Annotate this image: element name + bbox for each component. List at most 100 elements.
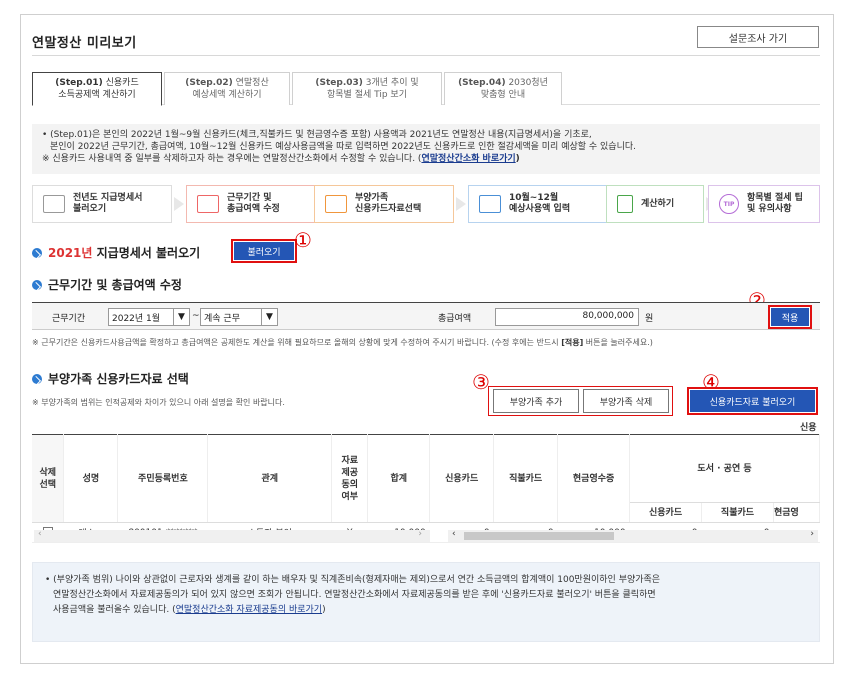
section-prev-statement-title: 2021년 지급명세서 불러오기: [32, 244, 200, 261]
step-line1: 10월~12월: [509, 193, 559, 203]
title-divider: [32, 55, 820, 56]
tab-line2: 맞춤형 안내: [480, 90, 526, 100]
right-scrollbar[interactable]: ‹ ›: [448, 529, 818, 542]
info-notice: • (Step.01)은 본인의 2022년 1월~9월 신용카드(체크,직불카…: [32, 124, 820, 174]
calculator-icon: [617, 195, 633, 213]
chevron-down-icon: ▼: [261, 309, 277, 325]
scroll-right-icon[interactable]: ›: [810, 529, 814, 539]
bottom-note-line3-text: 사용금액을 불러올수 있습니다. (: [53, 605, 176, 615]
col-total: 합계: [367, 434, 431, 523]
step-label: 계산하기: [641, 198, 675, 209]
grid-icon: [197, 195, 219, 213]
tab-step-02[interactable]: (Step.02) 연말정산 예상세액 계산하기: [164, 72, 290, 105]
bottom-note-line3-suffix: ): [322, 605, 326, 615]
note-bold: [적용]: [561, 338, 584, 347]
salary-label: 총급여액: [438, 314, 472, 324]
tab-step-label: (Step.01): [55, 78, 103, 88]
marker-1: ①: [294, 228, 312, 252]
step-label: 전년도 지급명세서 불러오기: [73, 193, 142, 215]
step-line1: 항목별 절세 팁: [747, 193, 803, 203]
add-dependent-button[interactable]: 부양가족 추가: [493, 389, 579, 413]
section-title-text: 부양가족 신용카드자료 선택: [48, 372, 189, 386]
scroll-left-icon[interactable]: ‹: [38, 529, 42, 539]
page-title: 연말정산 미리보기: [32, 36, 137, 51]
period-salary-row: 근무기간 2022년 1월 ▼ ~ 계속 근무 ▼ 총급여액 80,000,00…: [32, 302, 820, 330]
load-card-data-button[interactable]: 신용카드자료 불러오기: [687, 387, 818, 415]
left-scrollbar[interactable]: ‹ ›: [34, 529, 430, 542]
step-line2: 예상사용액 입력: [509, 204, 571, 214]
tab-line1: 2030청년: [508, 78, 548, 88]
tab-step-label: (Step.03): [315, 78, 363, 88]
step-line2: 불러오기: [73, 204, 107, 214]
delete-dependent-button[interactable]: 부양가족 삭제: [583, 389, 669, 413]
check-circle-icon: [32, 373, 42, 384]
tab-line2: 소득공제액 계산하기: [58, 90, 136, 100]
step-edit-period-salary[interactable]: 근무기간 및 총급여액 수정: [186, 185, 326, 223]
tab-line2: 예상세액 계산하기: [192, 90, 262, 100]
notice-line2: 본인이 2022년 근무기간, 총급여액, 10월~12월 신용카드 예상사용금…: [50, 142, 637, 152]
tab-step-04[interactable]: (Step.04) 2030청년 맞춤형 안내: [444, 72, 562, 105]
survey-button[interactable]: 설문조사 가기: [697, 26, 819, 48]
tab-step-03[interactable]: (Step.03) 3개년 추이 및 항목별 절세 Tip 보기: [292, 72, 442, 105]
scroll-left-icon[interactable]: ‹: [452, 529, 456, 539]
monitor-icon: [325, 195, 347, 213]
period-end-value: 계속 근무: [204, 314, 240, 324]
step-label: 항목별 절세 팁및 유의사항: [747, 193, 803, 215]
col-books: 도서 · 공연 등: [629, 434, 820, 503]
notice-line1: • (Step.01)은 본인의 2022년 1월~9월 신용카드(체크,직불카…: [42, 130, 592, 140]
bottom-note-line2: 연말정산간소화에서 자료제공동의가 되어 있지 않으면 조회가 안됩니다. 연말…: [53, 590, 656, 600]
dependents-note: ※ 부양가족의 범위는 인적공제와 차이가 있으니 아래 설명을 확인 바랍니다…: [32, 398, 285, 407]
table: 삭제 선택 성명 주민등록번호 관계 자료 제공 동의 여부 합계 신용카드 직…: [32, 434, 820, 543]
tab-step-01[interactable]: (Step.01) 신용카드 소득공제액 계산하기: [32, 72, 162, 106]
consent-link[interactable]: 연말정산간소화 자료제공동의 바로가기: [176, 605, 322, 615]
step-line1: 전년도 지급명세서: [73, 193, 143, 203]
tab-line1: 연말정산: [235, 78, 269, 88]
check-circle-icon: [32, 279, 42, 290]
salary-input[interactable]: 80,000,000: [495, 308, 639, 326]
section-year: 2021년: [48, 246, 93, 260]
step-line2: 신용카드자료선택: [355, 204, 422, 214]
load-statement-button[interactable]: 불러오기: [231, 239, 297, 263]
period-tilde: ~: [192, 311, 200, 321]
step-label: 부양가족 신용카드자료선택: [355, 193, 421, 215]
chevron-down-icon: ▼: [173, 309, 189, 325]
step-label: 10월~12월 예상사용액 입력: [509, 193, 570, 215]
step-line2: 및 유의사항: [747, 204, 792, 214]
tab-step-label: (Step.04): [458, 78, 506, 88]
period-end-select[interactable]: 계속 근무 ▼: [200, 308, 278, 326]
notice-line3-suffix: ): [515, 154, 520, 164]
col-cash: 현금영수증: [557, 434, 631, 523]
col-consent: 자료 제공 동의 여부: [331, 434, 369, 523]
section-title-text: 지급명세서 불러오기: [96, 246, 201, 260]
card-icon: [479, 195, 501, 213]
step-line2: 총급여액 수정: [227, 204, 280, 214]
apply-button[interactable]: 적용: [768, 305, 812, 329]
col-debit: 직불카드: [493, 434, 559, 523]
chevron-right-icon: [456, 197, 466, 211]
bottom-note-line1: • (부양가족 범위) 나이와 상관없이 근로자와 생계를 같이 하는 배우자 …: [45, 575, 661, 585]
col-delete: 삭제 선택: [32, 434, 65, 523]
period-start-select[interactable]: 2022년 1월 ▼: [108, 308, 190, 326]
tip-icon: TIP: [719, 194, 739, 214]
period-label: 근무기간: [52, 314, 86, 324]
period-note: ※ 근무기간은 신용카드사용금액을 확정하고 총급여액은 공제한도 계산을 위해…: [32, 337, 653, 348]
scroll-right-icon[interactable]: ›: [418, 529, 422, 539]
col-relation: 관계: [207, 434, 333, 523]
step-select-dependents[interactable]: 부양가족 신용카드자료선택: [314, 185, 454, 223]
col-name: 성명: [63, 434, 119, 523]
step-enter-expected-usage[interactable]: 10월~12월 예상사용액 입력: [468, 185, 608, 223]
step-tax-tips[interactable]: TIP 항목별 절세 팁및 유의사항: [708, 185, 820, 223]
scroll-thumb[interactable]: [464, 532, 614, 540]
check-circle-icon: [32, 247, 42, 258]
col-rrn: 주민등록번호: [117, 434, 209, 523]
period-start-value: 2022년 1월: [112, 314, 161, 324]
step-calculate[interactable]: 계산하기: [606, 185, 704, 223]
col-books-cash: 현금영: [773, 502, 820, 523]
notice-line3-text: ※ 신용카드 사용내역 중 일부를 삭제하고자 하는 경우에는 연말정산간소화에…: [42, 154, 422, 164]
tab-step-label: (Step.02): [185, 78, 233, 88]
tab-line1: 신용카드: [105, 78, 139, 88]
col-books-debit: 직불카드: [701, 502, 774, 523]
bottom-note-line3: 사용금액을 불러올수 있습니다. (연말정산간소화 자료제공동의 바로가기): [45, 603, 807, 618]
simplified-service-link[interactable]: 연말정산간소화 바로가기: [421, 154, 515, 164]
step-load-prev-statement[interactable]: 전년도 지급명세서 불러오기: [32, 185, 172, 223]
